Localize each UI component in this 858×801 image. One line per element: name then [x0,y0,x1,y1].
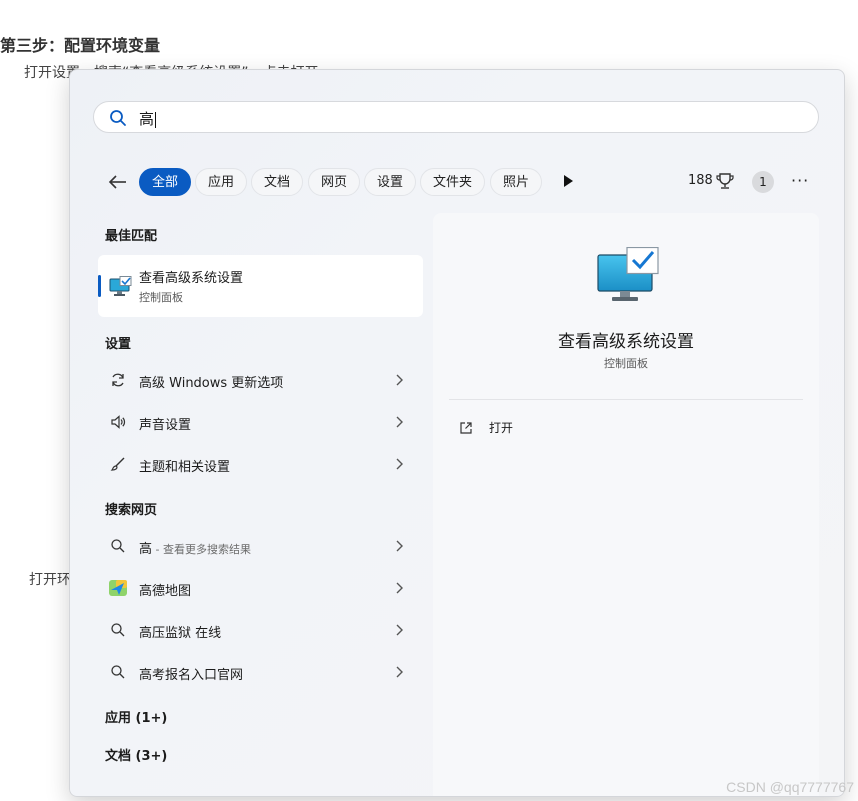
web-result-label: 高压监狱 在线 [139,626,222,641]
web-result-label: 高德地图 [139,584,192,599]
tab-web[interactable]: 网页 [308,168,361,196]
settings-item-themes[interactable]: 主题和相关设置 [98,446,423,482]
chevron-right-icon [396,458,403,470]
chevron-right-icon [396,416,403,428]
settings-item-sound[interactable]: 声音设置 [98,404,423,440]
web-result-amap[interactable]: 高德地图 [98,570,423,606]
account-badge[interactable]: 1 [752,171,774,193]
back-arrow-icon[interactable] [106,170,130,194]
web-result-prison[interactable]: 高压监狱 在线 [98,612,423,648]
tab-documents[interactable]: 文档 [251,168,304,196]
section-apps[interactable]: 应用 (1+) [105,707,167,726]
web-result-label: 高考报名入口官网 [139,668,244,683]
best-match-title: 查看高级系统设置 [139,271,244,286]
system-properties-icon [597,247,659,301]
search-icon [111,623,125,637]
preview-pane: 查看高级系统设置 控制面板 打开 [433,213,819,796]
section-web-search: 搜索网页 [105,503,158,518]
web-result-exam[interactable]: 高考报名入口官网 [98,654,423,690]
chevron-right-icon [396,374,403,386]
chevron-right-icon [396,624,403,636]
section-best-match: 最佳匹配 [105,229,158,244]
selection-indicator [98,275,101,297]
more-tabs-play-icon[interactable] [564,175,573,187]
settings-item-windows-update[interactable]: 高级 Windows 更新选项 [98,362,423,398]
search-input[interactable]: 高 [93,101,819,133]
settings-item-label: 主题和相关设置 [139,460,231,475]
tab-folders[interactable]: 文件夹 [420,168,486,196]
search-icon [110,110,126,126]
divider [449,399,803,400]
settings-item-label: 高级 Windows 更新选项 [139,376,284,391]
more-options-button[interactable]: ··· [791,171,809,190]
open-external-icon [460,422,472,434]
filter-bar: 全部 应用 文档 网页 设置 文件夹 照片 188 1 ··· [70,166,844,198]
web-result-see-more[interactable]: 高 - 查看更多搜索结果 [98,528,423,564]
settings-item-label: 声音设置 [139,418,192,433]
chevron-right-icon [396,666,403,678]
speaker-icon [111,415,126,429]
rewards-points: 188 [688,173,713,188]
tab-settings[interactable]: 设置 [364,168,417,196]
map-icon [109,580,127,596]
tab-photos[interactable]: 照片 [490,168,543,196]
open-action-label: 打开 [489,421,514,435]
preview-title: 查看高级系统设置 [558,332,694,352]
section-documents[interactable]: 文档 (3+) [105,745,167,764]
search-icon [111,539,125,553]
tab-apps[interactable]: 应用 [195,168,248,196]
watermark: CSDN @qq7777767 [726,779,854,795]
search-query: 高 [139,110,157,128]
best-match-subtitle: 控制面板 [139,291,183,304]
search-icon [111,665,125,679]
open-action-button[interactable]: 打开 [449,413,803,443]
article-heading: 第三步：配置环境变量 [0,36,161,55]
chevron-right-icon [396,540,403,552]
tab-all[interactable]: 全部 [139,168,192,196]
preview-subtitle: 控制面板 [604,357,648,370]
system-properties-icon [109,276,132,296]
refresh-icon [112,373,124,387]
results-list: 最佳匹配 查看高级系统设置 控制面板 设置 高级 Windows 更新选项 声音… [70,210,432,796]
search-flyout: 高 全部 应用 文档 网页 设置 文件夹 照片 188 1 ··· 最佳匹配 查… [69,69,845,797]
section-settings: 设置 [105,337,132,352]
brush-icon [110,457,125,471]
web-result-label: 高 - 查看更多搜索结果 [139,542,251,557]
chevron-right-icon [396,582,403,594]
trophy-icon[interactable] [716,171,734,191]
best-match-item[interactable]: 查看高级系统设置 控制面板 [98,255,423,317]
article-text-2: 打开环 [29,572,71,588]
